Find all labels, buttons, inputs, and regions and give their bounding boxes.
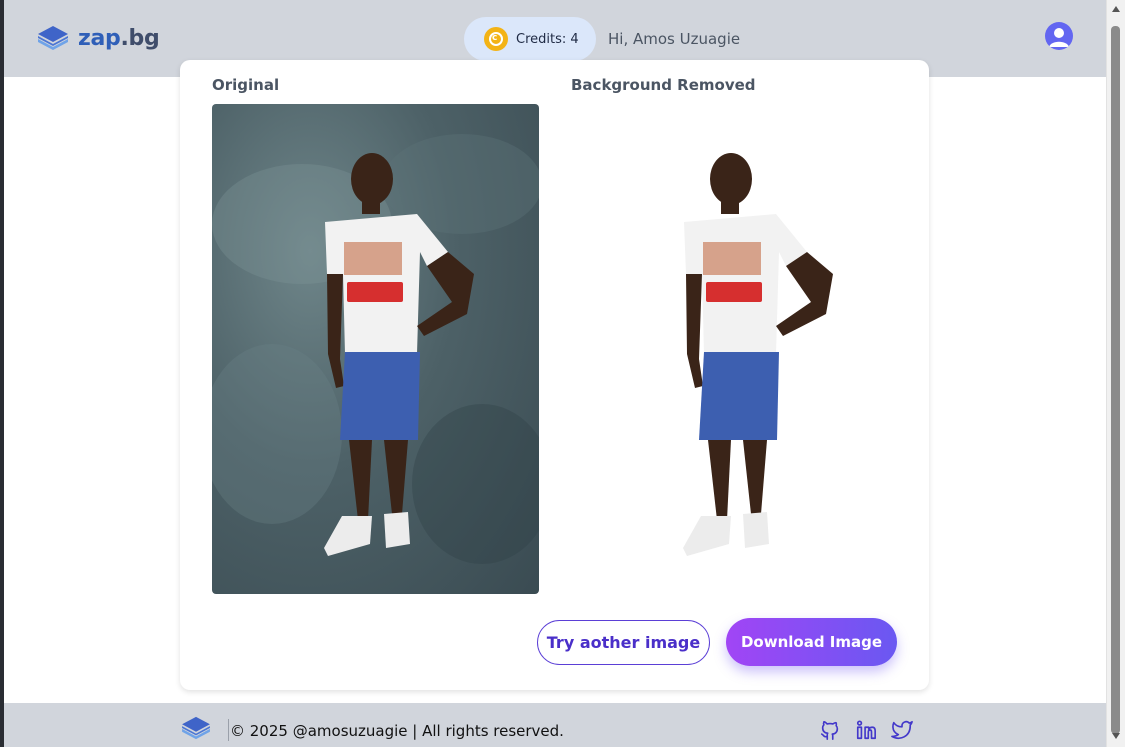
brand-name: zap.bg [78,25,160,51]
footer: © 2025 @amosuzuagie | All rights reserve… [4,703,1106,747]
layers-icon [182,716,210,740]
github-icon[interactable] [819,719,841,741]
layers-icon [38,26,68,50]
original-title: Original [212,76,280,94]
credits-badge[interactable]: c Credits: 4 [464,17,596,61]
credits-label: Credits: 4 [516,31,579,47]
twitter-icon[interactable] [891,719,913,741]
removed-title: Background Removed [571,76,756,94]
brand-logo[interactable]: zap.bg [36,24,160,52]
try-another-image-button[interactable]: Try aother image [537,620,710,665]
footer-divider [228,719,229,741]
original-image [212,104,539,594]
left-window-edge [0,0,4,747]
copyright-text: © 2025 @amosuzuagie | All rights reserve… [230,722,564,740]
user-avatar-icon[interactable] [1045,22,1073,50]
scrollbar-thumb[interactable] [1111,26,1120,734]
background-removed-image [571,104,898,594]
scroll-up-arrow-icon[interactable] [1112,6,1120,12]
vertical-scrollbar[interactable] [1106,0,1125,747]
coin-icon: c [484,27,508,51]
linkedin-icon[interactable] [855,719,877,741]
user-greeting: Hi, Amos Uzuagie [608,30,741,48]
download-image-button[interactable]: Download Image [726,618,897,666]
scroll-down-arrow-icon[interactable] [1112,733,1120,739]
result-card: Original Background Removed Try aother i… [180,60,929,690]
